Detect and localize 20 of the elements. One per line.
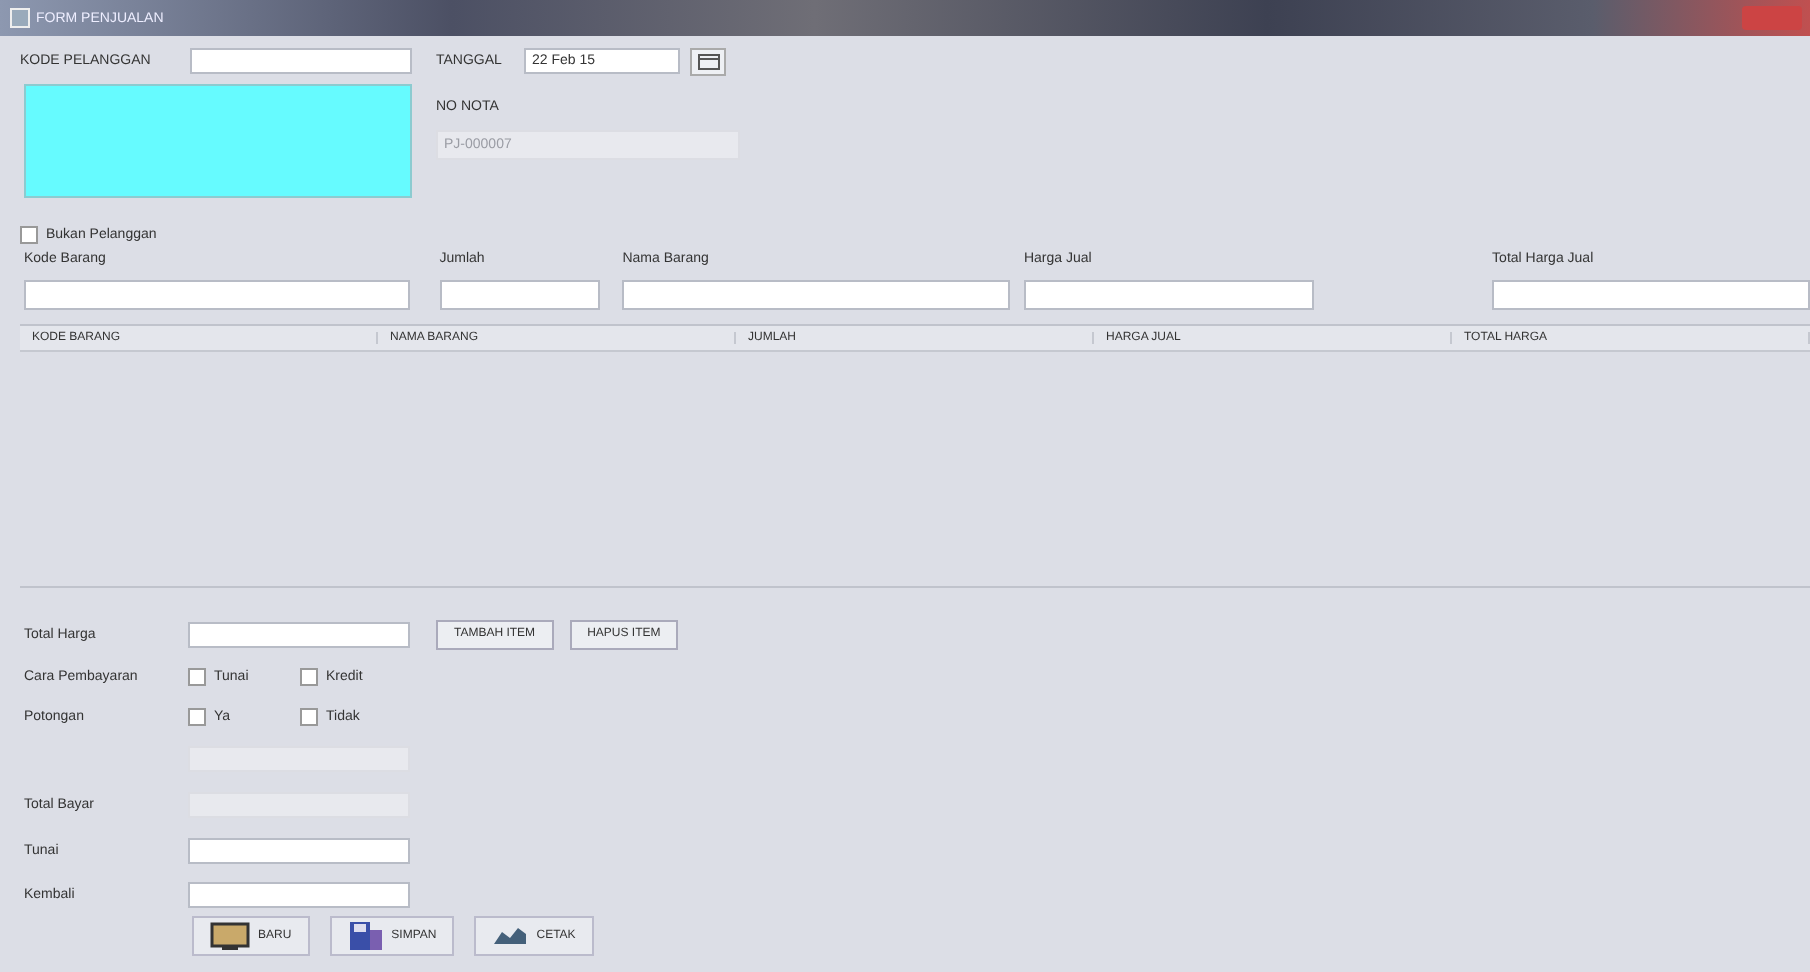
quantity-field[interactable] [439,280,601,310]
checkbox[interactable] [188,667,206,685]
cash-field[interactable] [188,837,410,863]
save-icon [347,920,384,952]
calendar-button[interactable] [690,47,726,75]
close-button[interactable] [1742,6,1802,30]
checkbox[interactable] [300,707,318,725]
checkbox[interactable] [300,667,318,685]
app-icon [10,8,30,28]
item-code-field[interactable] [24,280,410,310]
total-price-field[interactable] [1492,280,1810,310]
change-field[interactable] [188,881,410,907]
total-price-field[interactable] [188,621,410,647]
monitor-icon [210,921,250,951]
calendar-icon [697,53,719,69]
price-field[interactable] [1023,280,1315,310]
checkbox[interactable] [188,707,206,725]
checkbox[interactable] [20,225,38,243]
item-name-field[interactable] [622,280,1010,310]
customer-code-field[interactable] [190,48,412,74]
